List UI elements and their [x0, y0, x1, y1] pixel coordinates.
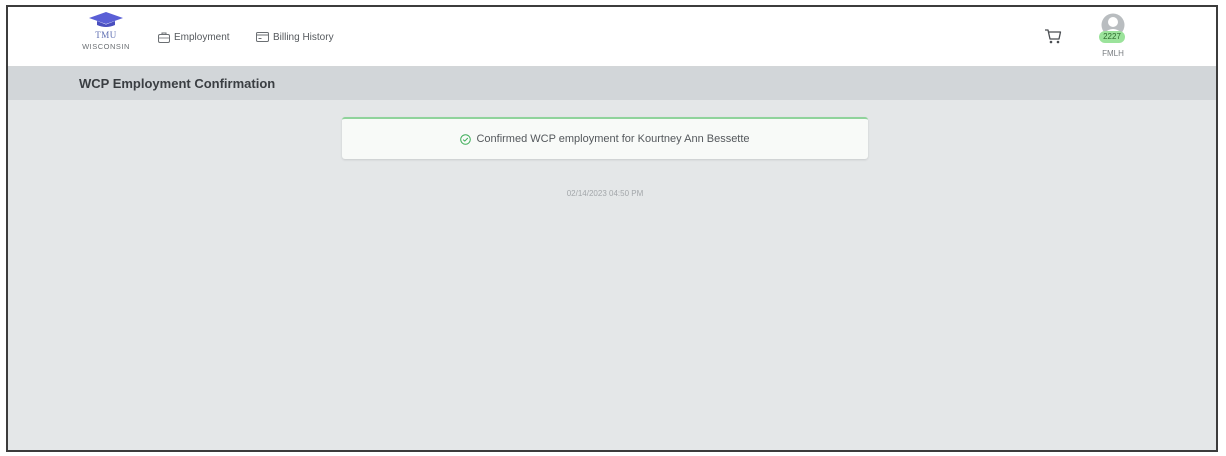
graduation-cap-icon: [89, 12, 123, 27]
check-circle-icon: [460, 133, 472, 145]
nav-employment[interactable]: Employment: [158, 29, 230, 45]
nav-billing-history[interactable]: Billing History: [256, 29, 334, 45]
credit-card-icon: [256, 32, 269, 42]
nav-employment-label: Employment: [174, 31, 230, 43]
briefcase-icon: [158, 32, 170, 43]
timestamp: 02/14/2023 04:50 PM: [566, 189, 644, 198]
top-navigation: TMU WISCONSIN Employment Billing History: [8, 7, 1216, 67]
user-initials: FMLH: [1102, 49, 1124, 58]
success-alert-message: Confirmed WCP employment for Kourtney An…: [476, 133, 750, 145]
brand-abbr: TMU: [95, 30, 117, 40]
page-title: WCP Employment Confirmation: [79, 76, 276, 91]
cart-icon: [1045, 29, 1062, 44]
app-window: TMU WISCONSIN Employment Billing History: [6, 5, 1218, 452]
user-badge: 2227: [1099, 31, 1125, 43]
brand-logo[interactable]: TMU WISCONSIN: [74, 11, 138, 63]
cart-button[interactable]: [1044, 27, 1062, 50]
brand-state: WISCONSIN: [82, 42, 130, 51]
nav-billing-history-label: Billing History: [273, 31, 334, 43]
user-menu[interactable]: 2227 FMLH: [1091, 13, 1135, 63]
page-title-bar: WCP Employment Confirmation: [8, 67, 1216, 100]
success-alert: Confirmed WCP employment for Kourtney An…: [342, 117, 868, 159]
